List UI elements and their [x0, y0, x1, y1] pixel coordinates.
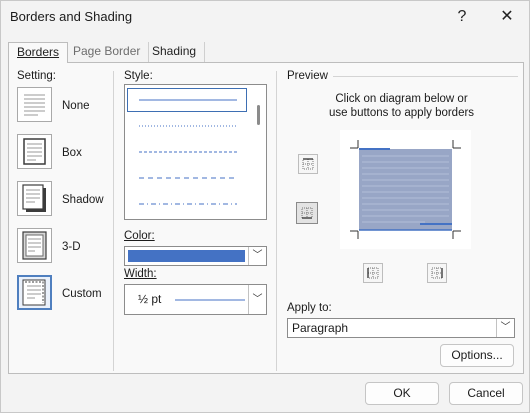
width-line-sample — [175, 299, 245, 301]
width-value: ½ pt — [138, 292, 162, 306]
box-lines-icon — [23, 138, 46, 165]
custom-setting-icon[interactable] — [17, 275, 52, 310]
setting-custom-label[interactable]: Custom — [62, 288, 102, 300]
preview-page-graphic — [350, 140, 461, 239]
dialog-title: Borders and Shading — [10, 9, 133, 24]
none-setting-icon[interactable] — [17, 87, 52, 122]
apply-to-value: Paragraph — [292, 321, 349, 335]
preview-rule — [333, 76, 518, 77]
bottom-border-button[interactable] — [296, 202, 318, 224]
preview-label: Preview — [287, 70, 328, 82]
box-setting-icon[interactable] — [17, 134, 52, 169]
style-list[interactable] — [124, 84, 267, 220]
preview-hint: Click on diagram below or use buttons to… — [287, 92, 516, 120]
tab-page-border[interactable]: Page Border — [65, 42, 150, 63]
setting-box-label[interactable]: Box — [62, 147, 82, 159]
border-bottom-icon — [301, 207, 313, 219]
style-scrollbar-thumb[interactable] — [257, 105, 260, 125]
line-style-samples — [139, 99, 237, 205]
3d-setting-icon[interactable] — [17, 228, 52, 263]
close-button[interactable]: ✕ — [493, 6, 521, 28]
shadow-setting-icon[interactable] — [17, 181, 52, 216]
cancel-button[interactable]: Cancel — [449, 382, 523, 405]
tab-label: Shading — [152, 44, 197, 58]
chevron-down-icon[interactable]: ﹀ — [248, 285, 266, 314]
setting-none-label[interactable]: None — [62, 100, 90, 112]
color-swatch — [128, 250, 245, 262]
apply-to-dropdown[interactable]: Paragraph ﹀ — [287, 318, 515, 338]
color-label: Color: — [124, 230, 155, 242]
column-divider — [113, 71, 114, 371]
column-divider — [276, 71, 277, 371]
tab-label: Page Border — [73, 44, 141, 58]
border-right-icon — [431, 267, 443, 279]
right-border-button[interactable] — [427, 263, 447, 283]
chevron-down-icon[interactable]: ﹀ — [496, 319, 514, 337]
setting-shadow-label[interactable]: Shadow — [62, 194, 104, 206]
tab-label: Borders — [17, 45, 60, 59]
tab-shading[interactable]: Shading — [144, 42, 206, 63]
width-label: Width: — [124, 268, 157, 280]
preview-hint-line2: use buttons to apply borders — [328, 107, 475, 119]
none-lines-icon — [24, 94, 45, 116]
custom-lines-icon — [22, 279, 46, 306]
shadow-lines-icon — [22, 184, 46, 212]
preview-diagram[interactable] — [340, 130, 471, 249]
border-left-icon — [367, 267, 379, 279]
style-label: Style: — [124, 70, 153, 82]
top-border-button[interactable] — [298, 154, 318, 174]
options-button[interactable]: Options... — [440, 344, 514, 367]
setting-label: Setting: — [17, 70, 56, 82]
chevron-down-icon[interactable]: ﹀ — [248, 247, 266, 265]
width-label-text: Width: — [124, 268, 157, 280]
color-label-text: Color: — [124, 230, 155, 242]
ok-button[interactable]: OK — [365, 382, 439, 405]
color-dropdown[interactable]: ﹀ — [124, 246, 267, 266]
border-top-icon — [302, 158, 314, 170]
preview-hint-line1: Click on diagram below or — [335, 93, 468, 105]
3d-lines-icon — [22, 231, 47, 260]
setting-3d-label[interactable]: 3-D — [62, 241, 81, 253]
tab-borders[interactable]: Borders — [8, 42, 69, 63]
left-border-button[interactable] — [363, 263, 383, 283]
apply-to-label: Apply to: — [287, 302, 332, 314]
width-dropdown[interactable]: ½ pt ﹀ — [124, 284, 267, 315]
borders-and-shading-dialog: Borders and Shading ? ✕ Borders Page Bor… — [0, 0, 530, 413]
help-button[interactable]: ? — [448, 6, 476, 28]
